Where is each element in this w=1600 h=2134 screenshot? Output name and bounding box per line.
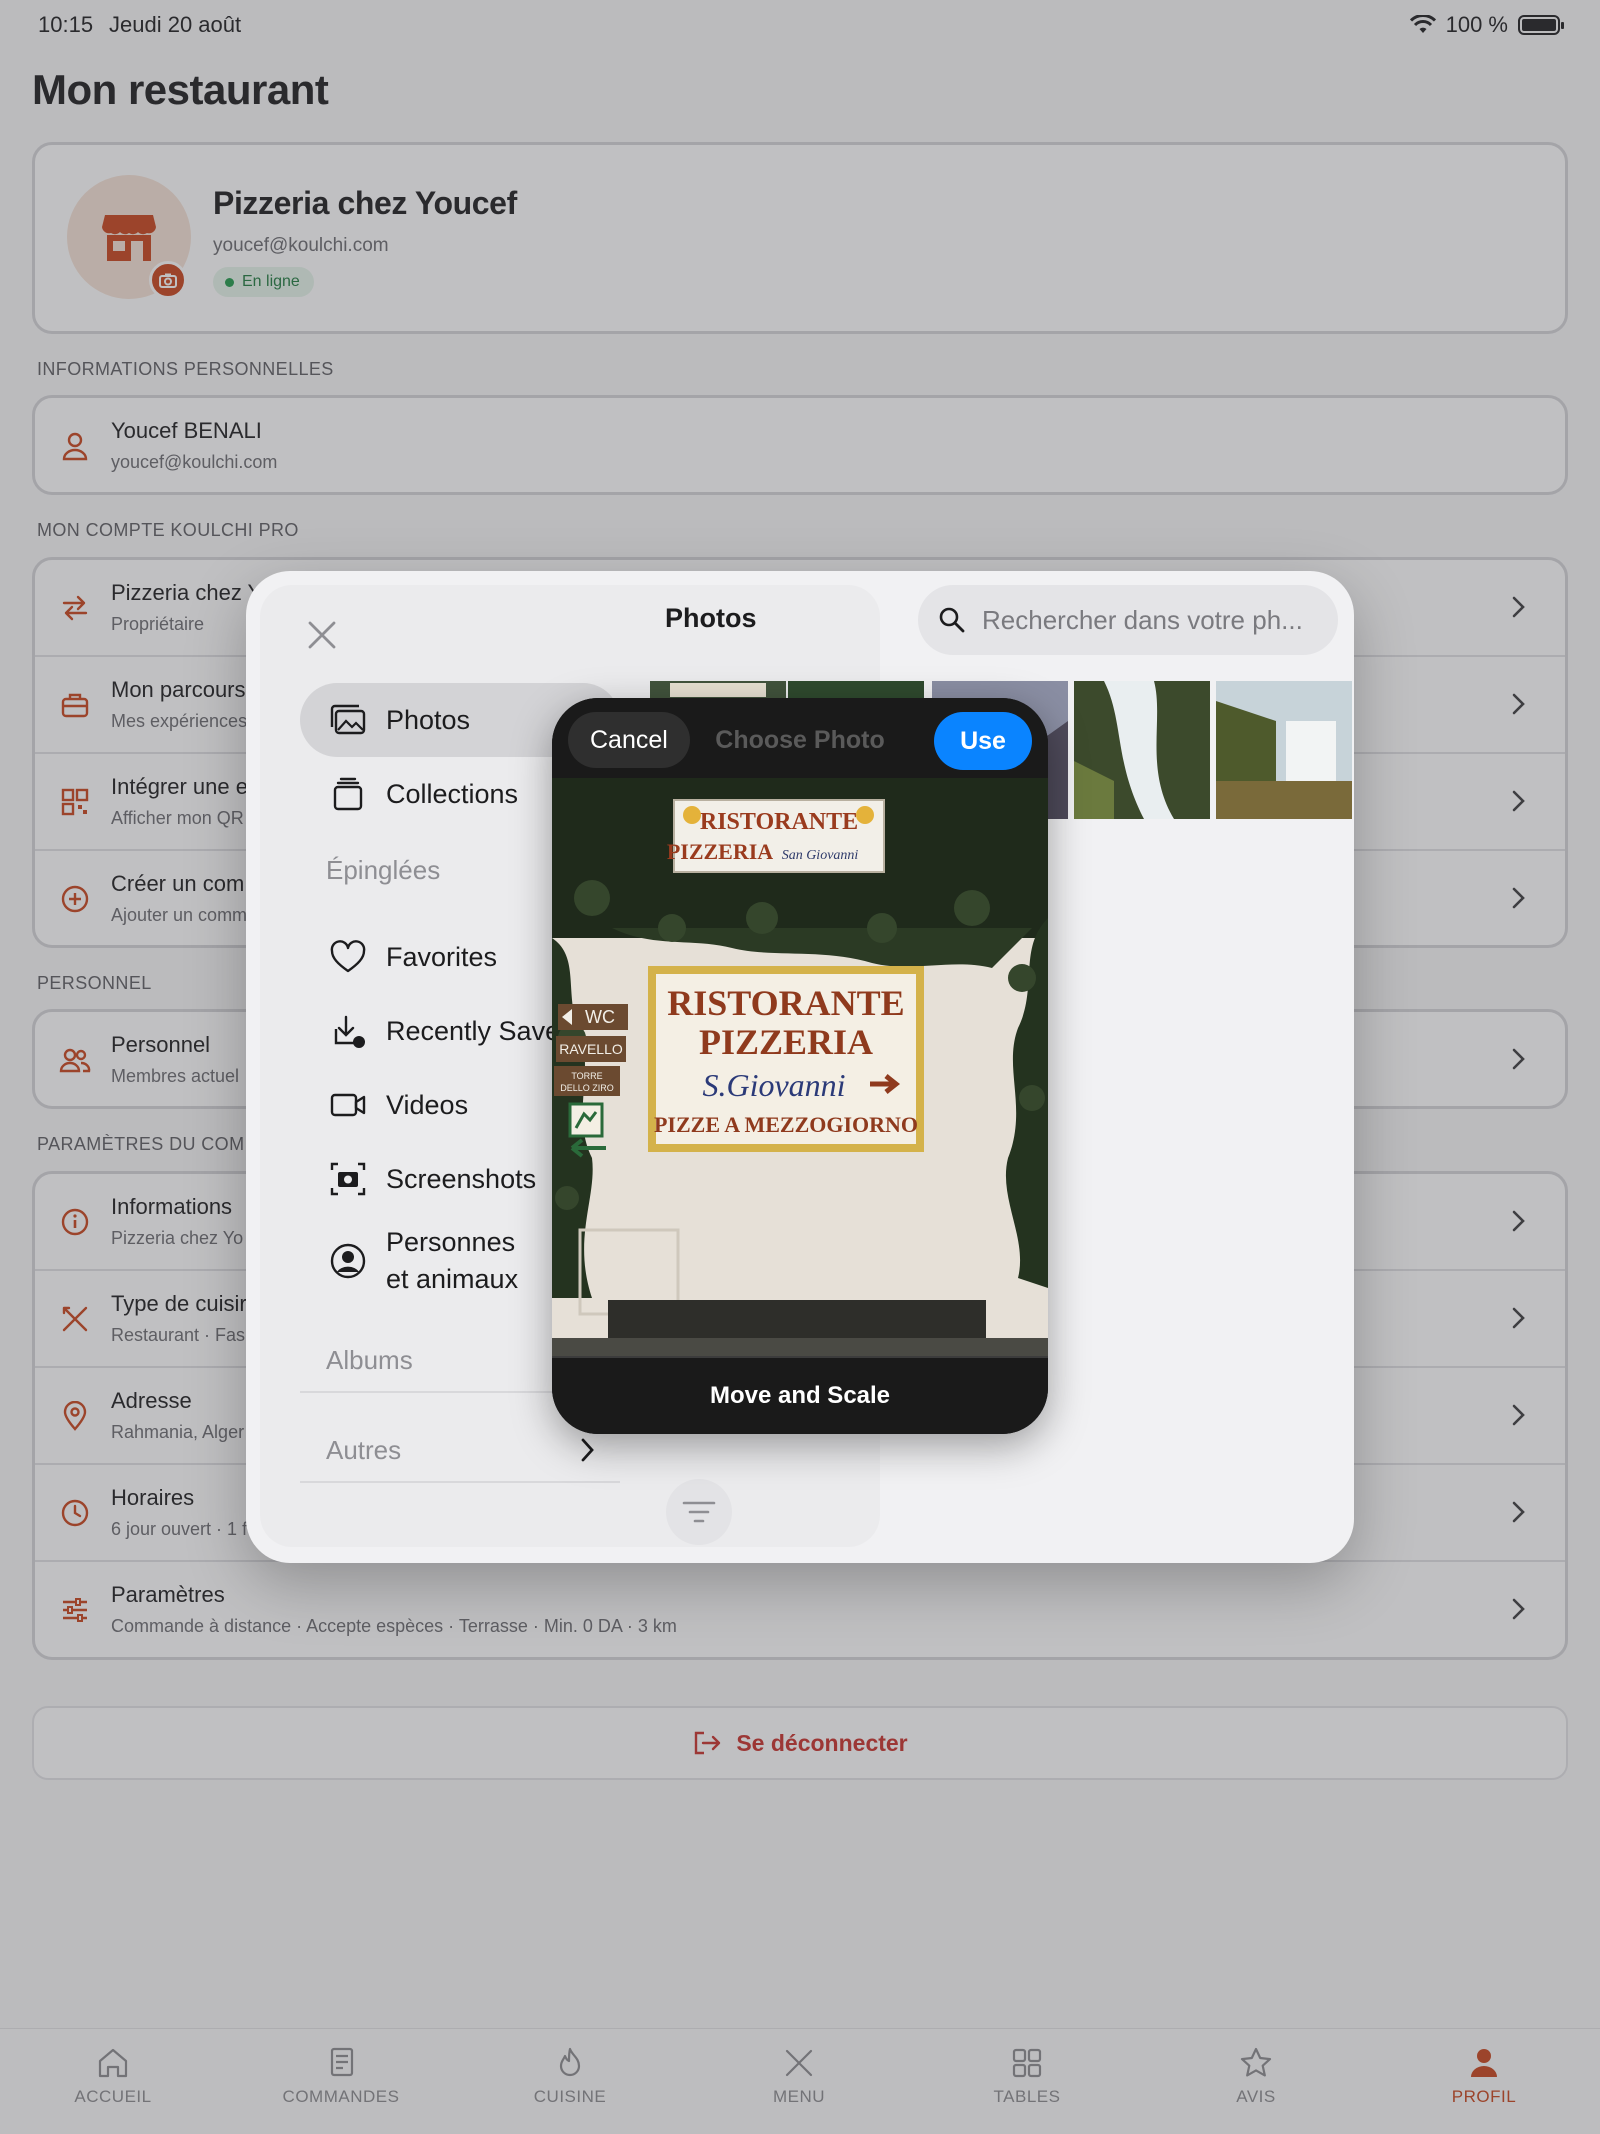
people-line2: et animaux xyxy=(386,1264,519,1294)
sign-big-line1: RISTORANTE xyxy=(667,983,904,1023)
move-and-scale-label: Move and Scale xyxy=(552,1356,1048,1434)
search-placeholder: Rechercher dans votre ph... xyxy=(982,604,1303,635)
photo-preview-image[interactable]: RISTORANTE PIZZERIA San Giovanni RISTORA… xyxy=(552,778,1048,1356)
sidebar-label: Screenshots xyxy=(386,1163,537,1194)
photo-thumbnail[interactable] xyxy=(1074,681,1210,819)
heart-icon xyxy=(330,940,366,973)
filter-icon xyxy=(682,1501,716,1523)
sidebar-label: Photos xyxy=(386,704,471,735)
crop-header: Cancel Choose Photo Use xyxy=(552,698,1048,778)
sign-small-line1: RISTORANTE xyxy=(700,809,858,835)
sidebar-label: Videos xyxy=(386,1089,469,1120)
photo-thumbnail[interactable] xyxy=(1216,681,1352,819)
sidebar-label: Favorites xyxy=(386,941,498,972)
person-circle-icon xyxy=(330,1243,366,1279)
sign-torre: TORRE xyxy=(571,1071,602,1081)
sidebar-divider xyxy=(300,1481,620,1483)
sidebar-label: Collections xyxy=(386,778,519,809)
photos-icon xyxy=(330,704,366,735)
sidebar-label: Personnes et animaux xyxy=(386,1224,518,1298)
search-icon xyxy=(939,607,965,633)
sign-big-line2: PIZZERIA xyxy=(699,1022,873,1062)
pinned-heading: Épinglées xyxy=(326,855,441,885)
sign-big-line4: PIZZE A MEZZOGIORNO xyxy=(654,1112,918,1137)
sign-big-line3: S.Giovanni xyxy=(702,1067,845,1103)
albums-heading: Albums xyxy=(326,1345,413,1375)
sidebar-label: Recently Saved xyxy=(386,1015,576,1046)
screenshot-icon xyxy=(330,1162,366,1196)
download-icon xyxy=(334,1015,365,1048)
use-button[interactable]: Use xyxy=(934,712,1032,770)
sign-wc: WC xyxy=(585,1007,615,1027)
collections-icon xyxy=(333,777,363,811)
chevron-right-icon xyxy=(581,1438,594,1462)
close-icon[interactable] xyxy=(300,613,344,657)
filter-button[interactable] xyxy=(666,1479,732,1545)
sidebar-item-recently-saved[interactable]: Recently Saved xyxy=(300,994,590,1068)
sign-small-line3: San Giovanni xyxy=(782,848,859,863)
sidebar-item-others[interactable]: Autres xyxy=(326,1435,401,1466)
choose-photo-sheet: RISTORANTE PIZZERIA San Giovanni RISTORA… xyxy=(552,698,1048,1434)
people-line1: Personnes xyxy=(386,1227,516,1257)
picker-title: Photos xyxy=(665,603,757,633)
sign-dello-ziro: DELLO ZIRO xyxy=(560,1083,614,1093)
sign-ravello: RAVELLO xyxy=(559,1041,623,1057)
sign-small-line2: PIZZERIA xyxy=(667,839,773,864)
photo-search-field[interactable]: Rechercher dans votre ph... xyxy=(918,585,1338,655)
video-icon xyxy=(330,1093,366,1117)
